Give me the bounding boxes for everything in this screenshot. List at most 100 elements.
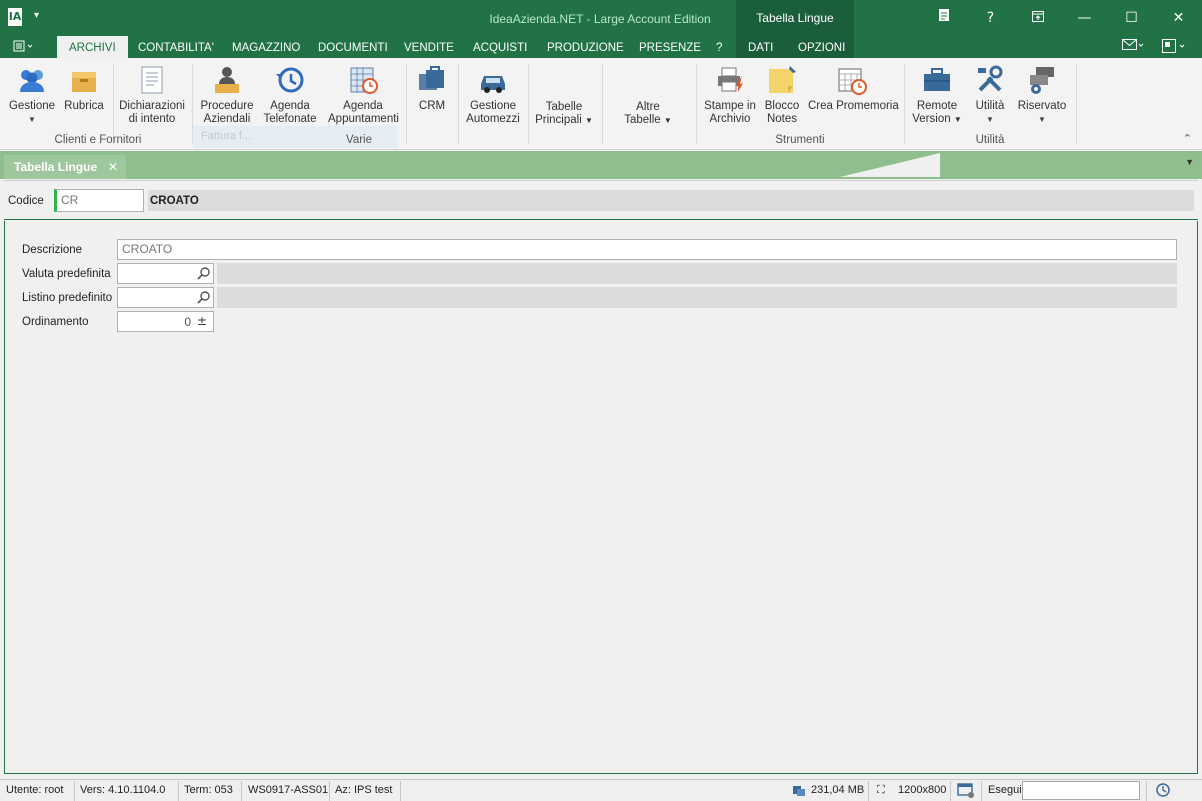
stampe-archivio-button[interactable]: Stampe in Archivio [702, 64, 758, 126]
tab-help[interactable]: ? [704, 36, 734, 58]
codice-description: CROATO [148, 190, 1194, 211]
status-resolution: 1200x800 [898, 784, 947, 796]
minimize-icon[interactable]: — [1061, 0, 1108, 36]
valuta-input[interactable] [117, 263, 214, 284]
maximize-icon[interactable]: ☐ [1108, 0, 1155, 36]
close-tab-icon[interactable]: ✕ [108, 160, 118, 174]
agenda-appuntamenti-button[interactable]: Agenda Appuntamenti [328, 64, 399, 126]
codice-field[interactable]: CR [54, 189, 144, 212]
crm-label: CRM [418, 100, 446, 112]
utilita-button[interactable]: Utilità ▼ [970, 64, 1010, 126]
status-bar: Utente: root Vers: 4.10.1104.0 Term: 053… [0, 779, 1202, 801]
gestione-button[interactable]: Gestione ▼ [8, 64, 56, 126]
mail-icon[interactable] [1122, 39, 1144, 56]
remote-label-1: Remote [916, 100, 958, 112]
ordinamento-stepper[interactable]: 0 ± [117, 311, 214, 332]
listino-input[interactable] [117, 287, 214, 308]
esegui-label: Esegui [988, 784, 1022, 796]
listino-label: Listino predefinito [22, 292, 113, 304]
riservato-button[interactable]: Riservato ▼ [1016, 64, 1068, 126]
remote-label-2: Version [912, 113, 951, 125]
file-menu-icon[interactable] [12, 39, 42, 56]
utilita-label: Utilità [975, 100, 1005, 112]
gestione-automezzi-button[interactable]: Gestione Automezzi [466, 64, 520, 126]
quick-access-dropdown-icon[interactable]: ▾ [34, 10, 39, 21]
status-version: Vers: 4.10.1104.0 [80, 784, 166, 796]
close-icon[interactable]: ✕ [1155, 0, 1202, 36]
dropdown-arrow-icon: ▼ [28, 115, 36, 124]
fullscreen-icon[interactable]: ⛶ [877, 784, 885, 797]
procedure-aziendali-button[interactable]: Procedure Aziendali [198, 64, 256, 126]
tab-contabilita[interactable]: CONTABILITA' [126, 36, 226, 58]
doc-tab-tabella-lingue[interactable]: Tabella Lingue ✕ [4, 155, 126, 179]
calendar-clock-icon [347, 64, 379, 96]
window-settings-icon[interactable] [957, 783, 975, 801]
listino-description [217, 287, 1177, 308]
dropdown-arrow-icon: ▼ [986, 115, 994, 124]
briefcase-icon [921, 64, 953, 96]
tab-list-dropdown-icon[interactable]: ▼ [1185, 157, 1194, 167]
stampe-label-1: Stampe in [704, 100, 756, 112]
esegui-input[interactable] [1022, 781, 1140, 800]
tab-vendite[interactable]: VENDITE [392, 36, 466, 58]
dropdown-arrow-icon: ▼ [953, 115, 962, 124]
agenda-app-label-2: Appuntamenti [328, 113, 399, 125]
plus-minus-icon[interactable]: ± [197, 314, 207, 328]
app-logo-icon[interactable]: IA [8, 8, 22, 26]
blocco-label-2: Notes [766, 113, 798, 125]
refresh-clock-icon[interactable] [1155, 782, 1171, 801]
tab-archivi[interactable]: ARCHIVI [57, 36, 128, 58]
descrizione-label: Descrizione [22, 244, 83, 256]
altre-tabelle-button[interactable]: Altre Tabelle ▼ [618, 101, 678, 127]
window-title: IdeaAzienda.NET - Large Account Edition [489, 12, 711, 26]
layout-icon[interactable] [1162, 39, 1186, 56]
dichiarazioni-intento-button[interactable]: Dichiarazioni di intento [118, 64, 186, 126]
search-icon[interactable] [197, 266, 211, 280]
tab-produzione[interactable]: PRODUZIONE [535, 36, 636, 58]
car-icon [477, 64, 509, 96]
rubrica-label: Rubrica [64, 100, 104, 112]
status-terminal: Term: 053 [184, 784, 233, 796]
blocco-notes-button[interactable]: Blocco Notes [762, 64, 802, 126]
memory-icon [792, 783, 806, 800]
stampe-label-2: Archivio [709, 113, 751, 125]
codice-label: Codice [8, 195, 44, 207]
ribbon: Fattura f... Gestione ▼ Rubrica Dichiara… [0, 58, 1202, 150]
document-tab-bar: Tabella Lingue ✕ ▼ [0, 151, 1202, 179]
search-icon[interactable] [197, 290, 211, 304]
restore-ribbon-icon[interactable] [1014, 0, 1061, 36]
descrizione-input[interactable]: CROATO [117, 239, 1177, 260]
remote-version-button[interactable]: Remote Version ▼ [912, 64, 962, 126]
document-icon [136, 64, 168, 96]
tab-dati[interactable]: DATI [736, 36, 785, 58]
group-label-strumenti: Strumenti [775, 134, 825, 146]
sticky-note-icon [766, 64, 798, 96]
tab-magazzino[interactable]: MAGAZZINO [220, 36, 312, 58]
person-desk-icon [211, 64, 243, 96]
automezzi-label-1: Gestione [469, 100, 517, 112]
help-icon[interactable]: ? [967, 0, 1014, 36]
dichiarazioni-label-1: Dichiarazioni [119, 100, 185, 112]
agenda-tel-label-1: Agenda [270, 100, 310, 112]
status-workstation: WS0917-ASS01 [248, 784, 329, 796]
agenda-app-label-1: Agenda [343, 100, 383, 112]
status-memory: 231,04 MB [811, 784, 865, 796]
document-icon[interactable] [920, 0, 967, 36]
altre-tab-label-2: Tabelle [624, 114, 661, 126]
tab-acquisti[interactable]: ACQUISTI [461, 36, 539, 58]
dropdown-arrow-icon: ▼ [1038, 115, 1046, 124]
agenda-telefonate-button[interactable]: Agenda Telefonate [262, 64, 318, 126]
doc-tab-label: Tabella Lingue [14, 160, 98, 174]
rubrica-button[interactable]: Rubrica [62, 64, 106, 113]
crea-promemoria-button[interactable]: Crea Promemoria [808, 64, 899, 113]
briefcase-stack-icon [416, 64, 448, 96]
tab-princ-label-1: Tabelle [545, 101, 583, 113]
tab-opzioni[interactable]: OPZIONI [786, 36, 857, 58]
collapse-ribbon-icon[interactable]: ⌃ [1183, 132, 1192, 145]
calendar-alarm-icon [836, 64, 868, 96]
tabelle-principali-button[interactable]: Tabelle Principali ▼ [534, 101, 594, 127]
tab-documenti[interactable]: DOCUMENTI [306, 36, 400, 58]
riservato-label: Riservato [1017, 100, 1067, 112]
crm-button[interactable]: CRM [414, 64, 450, 113]
tab-presenze[interactable]: PRESENZE [627, 36, 713, 58]
